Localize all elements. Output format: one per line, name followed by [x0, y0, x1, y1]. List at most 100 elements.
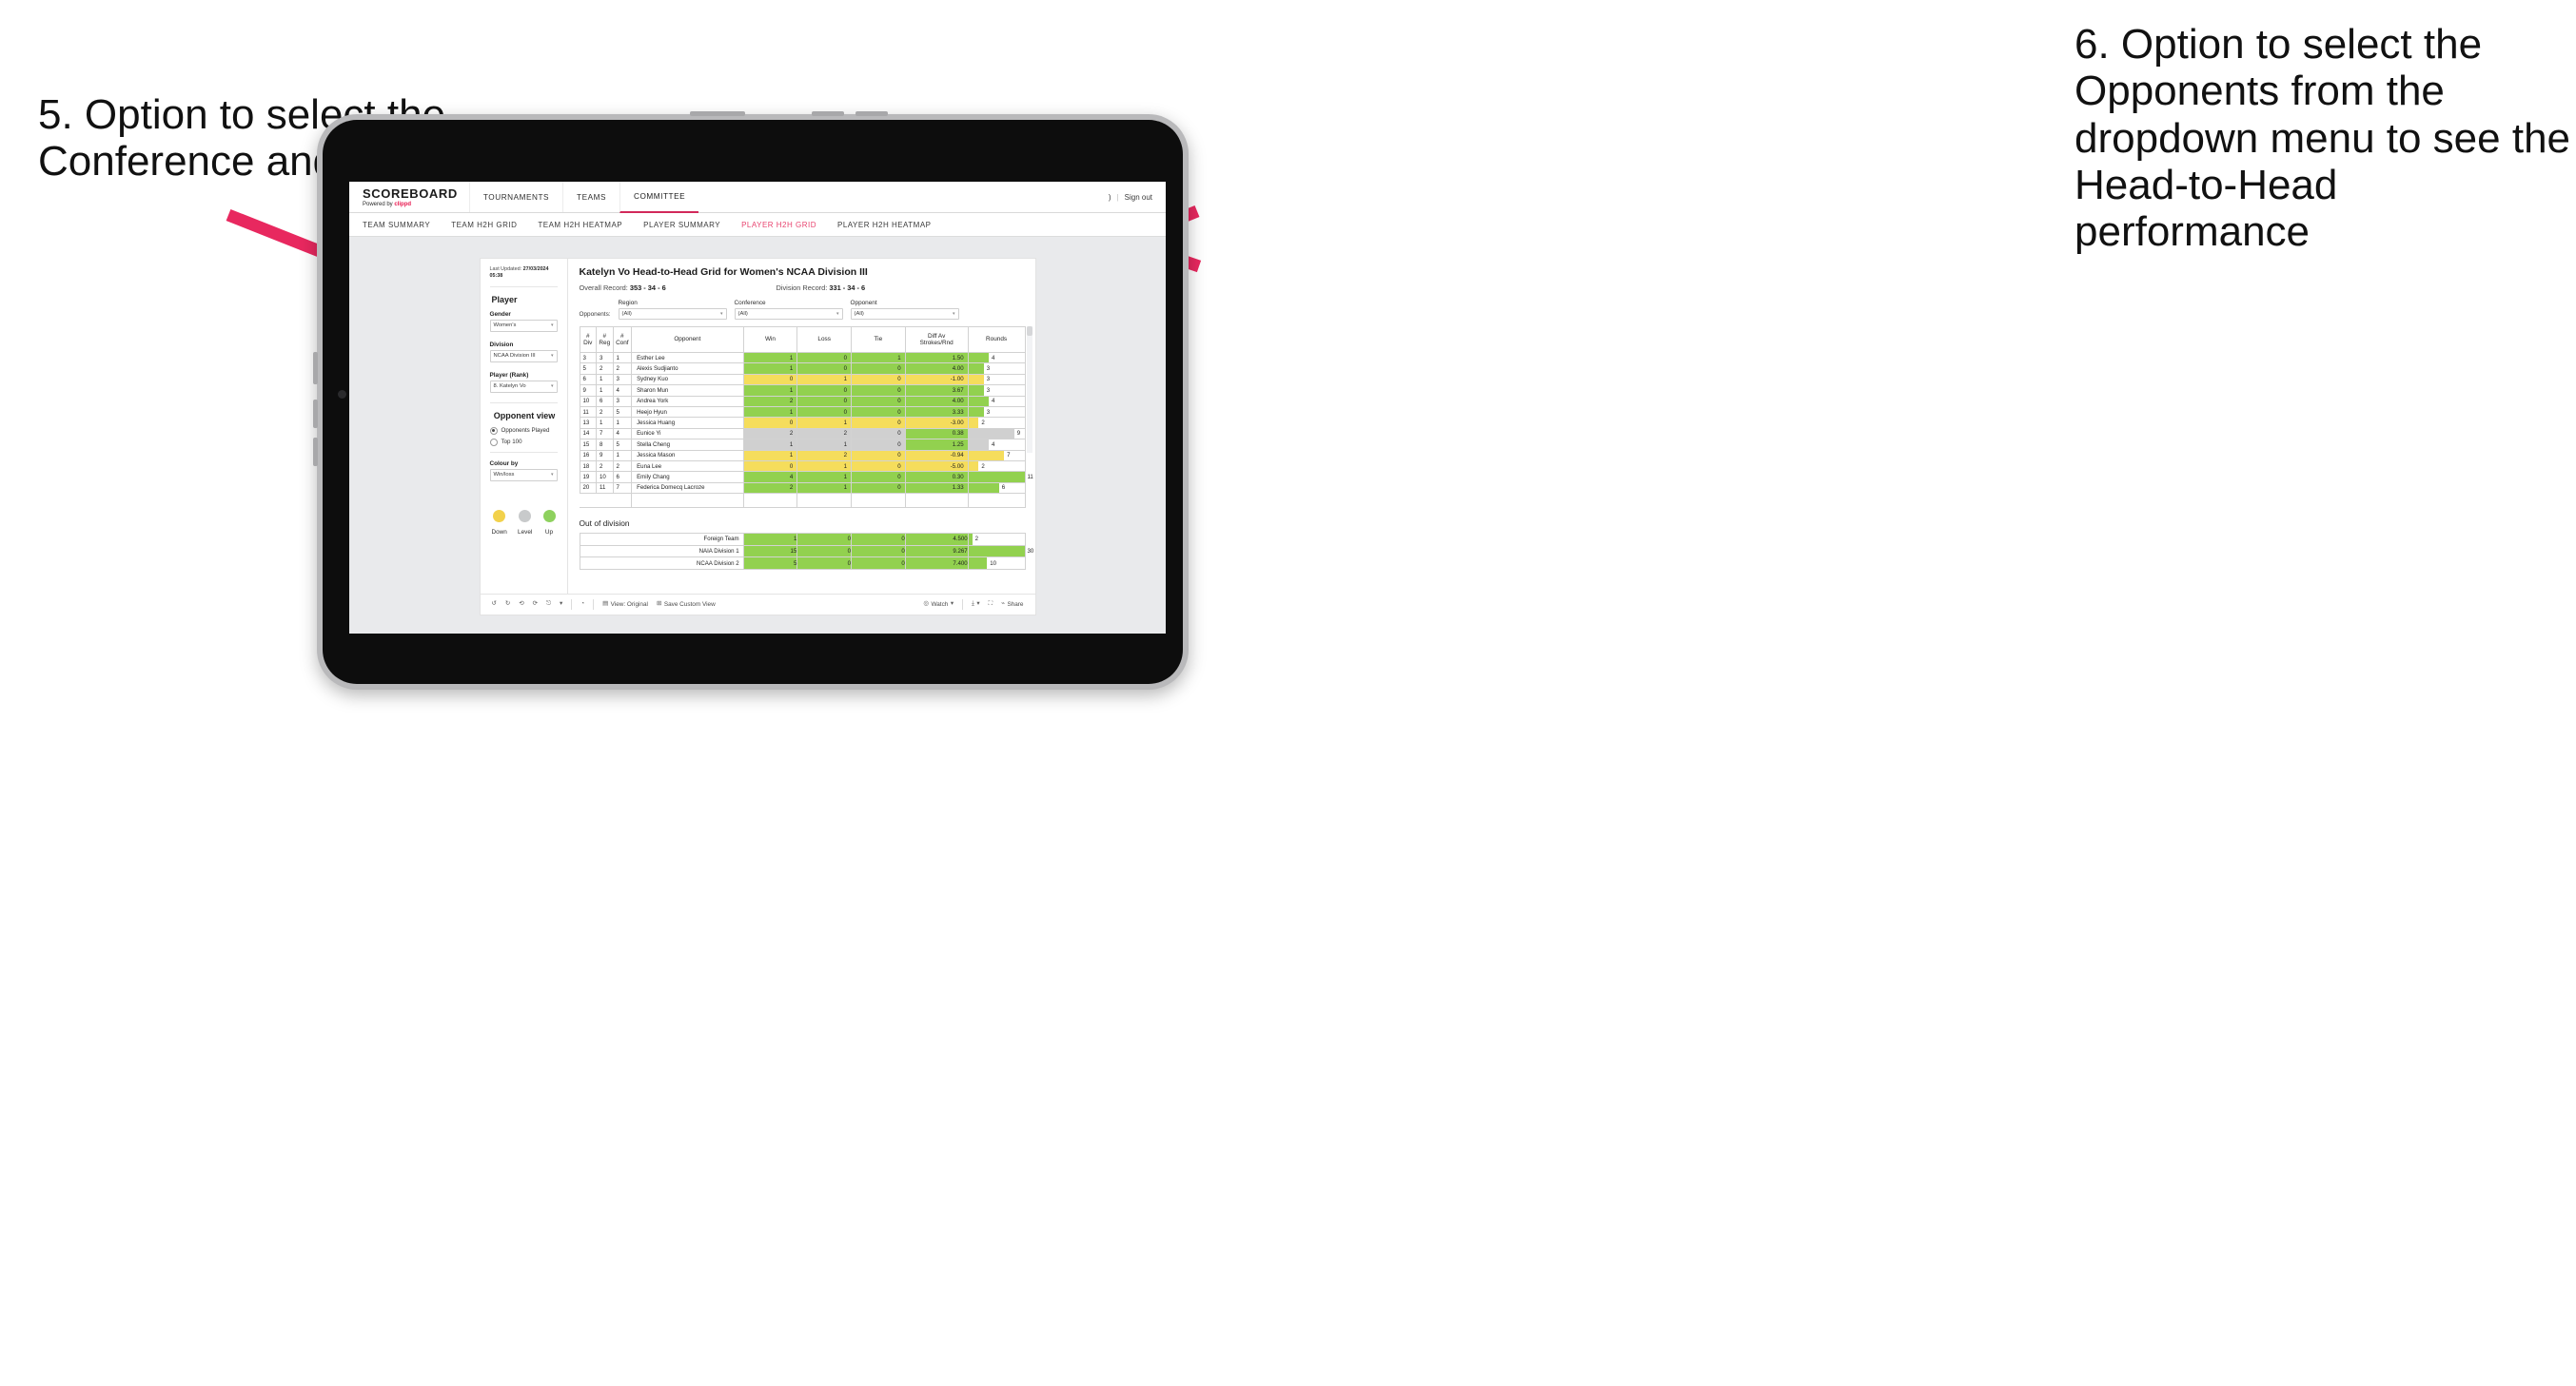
cell-conf[interactable]: 4	[612, 384, 633, 397]
cell-diff[interactable]: 4.00	[904, 362, 969, 375]
sign-out-link[interactable]: Sign out	[1125, 193, 1152, 202]
colour-by-select[interactable]: Win/loss ▾	[489, 468, 558, 481]
cell-loss[interactable]: 0	[796, 544, 853, 558]
tab-team-h2h-grid[interactable]: TEAM H2H GRID	[451, 221, 517, 229]
cell-loss[interactable]: 2	[796, 449, 852, 461]
pause-icon[interactable]: ⎋	[546, 600, 551, 607]
tab-team-summary[interactable]: TEAM SUMMARY	[363, 221, 430, 229]
cell-reg[interactable]: 2	[596, 405, 614, 419]
cell-reg[interactable]: 9	[596, 449, 614, 461]
view-original-button[interactable]: ▤ View: Original	[602, 600, 648, 608]
cell-opponent[interactable]: NCAA Division 2	[579, 556, 744, 570]
gender-select[interactable]: Women's ▾	[489, 319, 558, 332]
watch-button[interactable]: ◎ Watch ▾	[923, 600, 954, 608]
cell-loss[interactable]: 1	[796, 481, 852, 495]
cell-tie[interactable]: 0	[850, 395, 906, 407]
save-custom-view-button[interactable]: ⊞ Save Custom View	[657, 600, 716, 608]
cell-diff[interactable]: 7.400	[904, 556, 969, 570]
cell-reg[interactable]: 1	[596, 417, 614, 429]
cell-tie[interactable]: 0	[850, 417, 906, 429]
cell-opponent[interactable]: Sharon Mun	[631, 384, 744, 397]
cell-opponent[interactable]: Alexis Sudjianto	[631, 362, 744, 375]
cell-conf[interactable]: 1	[612, 351, 633, 364]
cell-win[interactable]: 0	[742, 417, 798, 429]
cell-tie[interactable]: 0	[850, 362, 906, 375]
cell-tie[interactable]: 0	[850, 449, 906, 461]
cell-rounds[interactable]: 3	[967, 384, 1026, 397]
clock-icon[interactable]: ◔	[580, 600, 584, 607]
cell-rounds[interactable]: 6	[967, 481, 1026, 495]
cell-opponent[interactable]: NAIA Division 1	[579, 544, 744, 558]
cell-tie[interactable]: 1	[850, 351, 906, 364]
cell-win[interactable]: 1	[742, 449, 798, 461]
cell-opponent[interactable]: Jessica Mason	[631, 449, 744, 461]
cell-diff[interactable]: 1.33	[904, 481, 969, 495]
power-button[interactable]	[690, 111, 745, 116]
side-button-2[interactable]	[313, 400, 318, 428]
cell-reg[interactable]: 3	[596, 351, 614, 364]
column-header--conf[interactable]: # Conf	[612, 326, 633, 353]
cell-tie[interactable]: 0	[850, 405, 906, 419]
cell-diff[interactable]: 1.25	[904, 439, 969, 451]
cell-div[interactable]: 13	[579, 417, 598, 429]
cell-loss[interactable]: 0	[796, 405, 852, 419]
cell-div[interactable]: 15	[579, 439, 598, 451]
cell-div[interactable]: 5	[579, 362, 598, 375]
tab-player-h2h-heatmap[interactable]: PLAYER H2H HEATMAP	[837, 221, 932, 229]
cell-loss[interactable]: 1	[796, 417, 852, 429]
cell-diff[interactable]: 3.33	[904, 405, 969, 419]
share-button[interactable]: ⌁ Share	[1001, 600, 1023, 608]
cell-loss[interactable]: 1	[796, 471, 852, 483]
side-button-3[interactable]	[313, 438, 318, 466]
table-row[interactable]: Foreign Team 1 0 0 4.500 2	[579, 533, 1026, 546]
cell-diff[interactable]: -1.00	[904, 373, 969, 386]
cell-rounds[interactable]: 4	[967, 351, 1026, 364]
cell-diff[interactable]: 1.50	[904, 351, 969, 364]
cell-tie[interactable]: 0	[850, 459, 906, 473]
cell-diff[interactable]: 0.30	[904, 471, 969, 483]
cell-rounds[interactable]: 3	[967, 362, 1026, 375]
nav-item-teams[interactable]: TEAMS	[562, 182, 619, 212]
cell-tie[interactable]: 0	[850, 481, 906, 495]
cell-rounds[interactable]: 2	[967, 459, 1026, 473]
cell-win[interactable]: 1	[742, 439, 798, 451]
cell-conf[interactable]: 3	[612, 373, 633, 386]
cell-div[interactable]: 18	[579, 459, 598, 473]
cell-conf[interactable]: 7	[612, 481, 633, 495]
table-row[interactable]: 18 2 2 Euna Lee 0 1 0 -5.00 2	[579, 459, 1026, 473]
cell-diff[interactable]: -0.94	[904, 449, 969, 461]
cell-opponent[interactable]: Jessica Huang	[631, 417, 744, 429]
cell-win[interactable]: 0	[742, 373, 798, 386]
table-row[interactable]: 13 1 1 Jessica Huang 0 1 0 -3.00 2	[579, 417, 1026, 429]
cell-div[interactable]: 9	[579, 384, 598, 397]
cell-opponent[interactable]: Andrea York	[631, 395, 744, 407]
cell-win[interactable]: 1	[742, 362, 798, 375]
cell-win[interactable]: 4	[742, 471, 798, 483]
cell-tie[interactable]: 0	[850, 384, 906, 397]
cell-diff[interactable]: 0.38	[904, 427, 969, 440]
cell-win[interactable]: 1	[742, 405, 798, 419]
undo-icon[interactable]: ↺	[492, 600, 497, 607]
column-header-loss[interactable]: Loss	[796, 326, 852, 353]
cell-conf[interactable]: 1	[612, 417, 633, 429]
cell-rounds[interactable]: 4	[967, 439, 1026, 451]
cell-win[interactable]: 2	[742, 481, 798, 495]
cell-rounds[interactable]: 3	[967, 405, 1026, 419]
radio-top-100[interactable]: Top 100	[489, 438, 558, 446]
cell-div[interactable]: 3	[579, 351, 598, 364]
table-row[interactable]: 14 7 4 Eunice Yi 2 2 0 0.38 9	[579, 427, 1026, 440]
table-row[interactable]: 10 6 3 Andrea York 2 0 0 4.00 4	[579, 395, 1026, 407]
cell-reg[interactable]: 1	[596, 373, 614, 386]
cell-win[interactable]: 1	[742, 384, 798, 397]
cell-opponent[interactable]: Foreign Team	[579, 533, 744, 546]
cell-diff[interactable]: 4.500	[904, 533, 969, 546]
cell-conf[interactable]: 5	[612, 439, 633, 451]
cell-tie[interactable]: 0	[851, 556, 906, 570]
volume-down-button[interactable]	[855, 111, 888, 116]
cell-reg[interactable]: 2	[596, 459, 614, 473]
cell-reg[interactable]: 2	[596, 362, 614, 375]
cell-conf[interactable]: 4	[612, 427, 633, 440]
opponent-select[interactable]: (All) ▾	[850, 308, 959, 320]
cell-tie[interactable]: 0	[850, 373, 906, 386]
refresh-icon[interactable]: ⟳	[533, 600, 538, 607]
